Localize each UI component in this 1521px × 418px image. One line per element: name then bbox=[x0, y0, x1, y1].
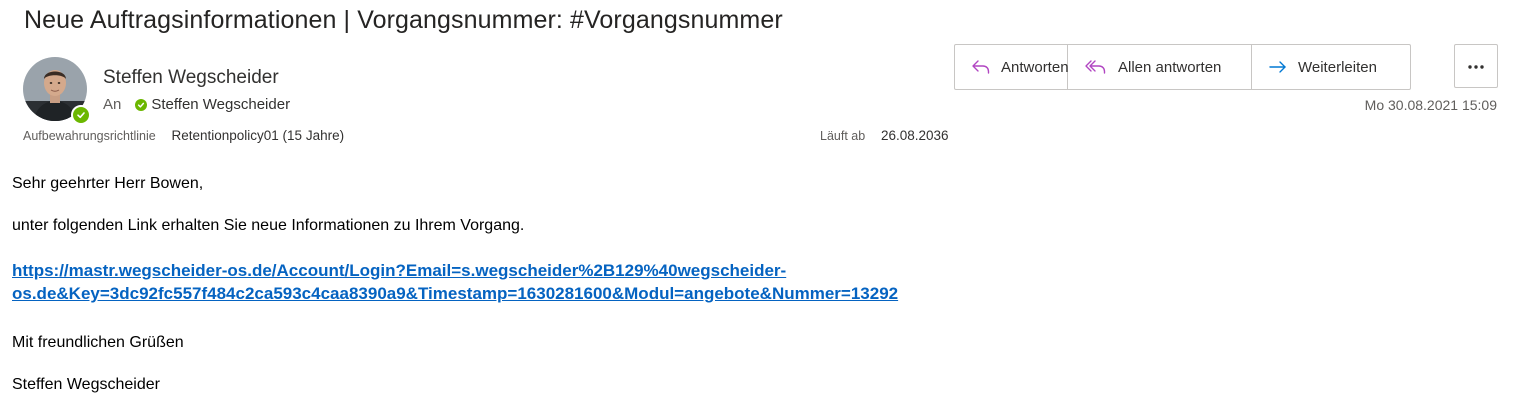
expires-value: 26.08.2036 bbox=[880, 128, 949, 143]
reply-all-icon bbox=[1084, 58, 1108, 76]
body-closing: Mit freundlichen Grüßen bbox=[12, 334, 184, 351]
body-greeting: Sehr geehrter Herr Bowen, bbox=[12, 175, 204, 192]
sender-avatar[interactable] bbox=[23, 57, 91, 125]
reply-label: Antworten bbox=[1001, 58, 1069, 76]
reply-all-button[interactable]: Allen antworten bbox=[1068, 45, 1252, 89]
body-intro: unter folgenden Link erhalten Sie neue I… bbox=[12, 217, 525, 234]
retention-expiry: Läuft ab 26.08.2036 bbox=[820, 128, 949, 143]
recipient-presence-icon bbox=[135, 98, 148, 111]
login-link[interactable]: https://mastr.wegscheider-os.de/Account/… bbox=[12, 259, 898, 305]
message-actions: Antworten Allen antworten Weiterleiten bbox=[954, 44, 1411, 90]
expires-label: Läuft ab bbox=[820, 129, 866, 143]
recipient-name[interactable]: Steffen Wegscheider bbox=[151, 96, 290, 113]
retention-value: Retentionpolicy01 (15 Jahre) bbox=[171, 128, 345, 143]
sender-name[interactable]: Steffen Wegscheider bbox=[103, 67, 279, 89]
more-options-icon bbox=[1467, 57, 1485, 75]
retention-policy: Aufbewahrungsrichtlinie Retentionpolicy0… bbox=[23, 128, 344, 143]
email-subject: Neue Auftragsinformationen | Vorgangsnum… bbox=[24, 6, 783, 34]
reply-all-label: Allen antworten bbox=[1118, 58, 1222, 76]
login-link-line-2[interactable]: os.de&Key=3dc92fc557f484c2ca593c4caa8390… bbox=[12, 282, 898, 305]
forward-label: Weiterleiten bbox=[1298, 58, 1377, 76]
recipient-line: An Steffen Wegscheider bbox=[103, 96, 290, 113]
to-label: An bbox=[103, 96, 122, 113]
forward-button[interactable]: Weiterleiten bbox=[1252, 45, 1410, 89]
more-options-button[interactable] bbox=[1454, 44, 1498, 88]
login-link-line-1[interactable]: https://mastr.wegscheider-os.de/Account/… bbox=[12, 259, 898, 282]
body-signature: Steffen Wegscheider bbox=[12, 376, 160, 393]
retention-label: Aufbewahrungsrichtlinie bbox=[23, 129, 156, 143]
sent-date: Mo 30.08.2021 15:09 bbox=[1364, 97, 1497, 113]
reply-button[interactable]: Antworten bbox=[955, 45, 1069, 89]
forward-arrow-icon bbox=[1268, 59, 1288, 75]
reply-icon bbox=[971, 58, 991, 76]
presence-available-icon bbox=[71, 105, 91, 125]
